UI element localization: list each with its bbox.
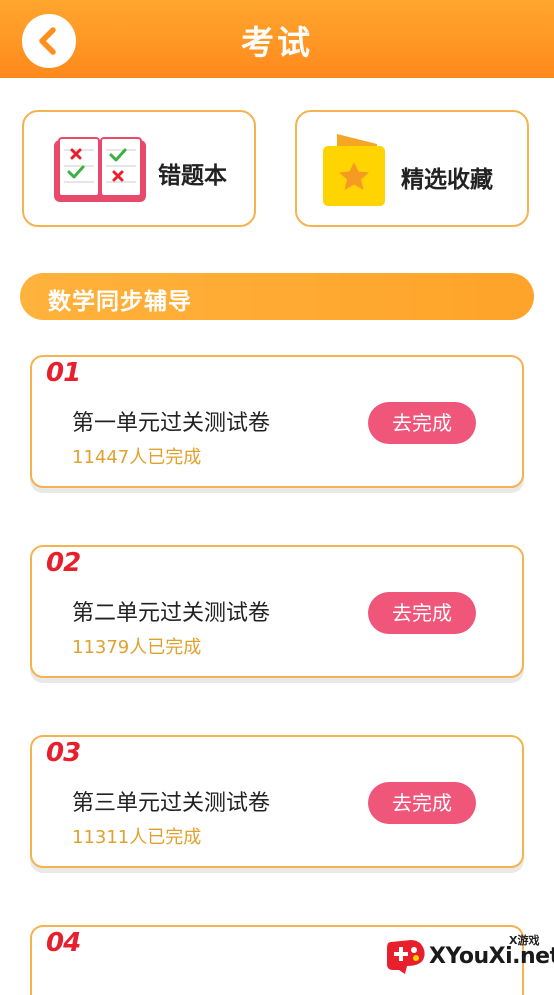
exam-completed-count: 11379人已完成 [72, 637, 202, 658]
exam-completed-count: 11311人已完成 [72, 827, 202, 848]
favorites-label: 精选收藏 [401, 167, 493, 193]
exam-card[interactable]: 02 第二单元过关测试卷 11379人已完成 去完成 [30, 545, 524, 678]
exam-title: 第三单元过关测试卷 [72, 791, 271, 816]
complete-button[interactable]: 去完成 [368, 592, 476, 634]
section-title: 数学同步辅导 [48, 289, 192, 315]
exam-title: 第二单元过关测试卷 [72, 601, 271, 626]
top-bar: 考试 [0, 0, 554, 78]
section-banner: 数学同步辅导 [20, 273, 534, 320]
complete-button[interactable]: 去完成 [368, 402, 476, 444]
favorites-button[interactable]: 精选收藏 [295, 110, 529, 227]
gamepad-logo-icon [387, 940, 425, 974]
exam-card[interactable]: 01 第一单元过关测试卷 11447人已完成 去完成 [30, 355, 524, 488]
notebook-icon [54, 137, 146, 202]
exam-number: 01 [46, 358, 81, 388]
watermark: X游戏 XYouXi.net [385, 930, 554, 980]
watermark-text: XYouXi.net [429, 944, 554, 969]
exam-completed-count: 11447人已完成 [72, 447, 202, 468]
wrong-book-label: 错题本 [158, 163, 227, 189]
page-title: 考试 [241, 23, 313, 62]
exam-title: 第一单元过关测试卷 [72, 411, 271, 436]
exam-card[interactable]: 03 第三单元过关测试卷 11311人已完成 去完成 [30, 735, 524, 868]
wrong-book-button[interactable]: 错题本 [22, 110, 256, 227]
complete-button[interactable]: 去完成 [368, 782, 476, 824]
star-folder-icon [323, 134, 385, 206]
exam-number: 02 [46, 548, 81, 578]
exam-number: 03 [46, 738, 81, 768]
exam-number: 04 [46, 928, 81, 958]
